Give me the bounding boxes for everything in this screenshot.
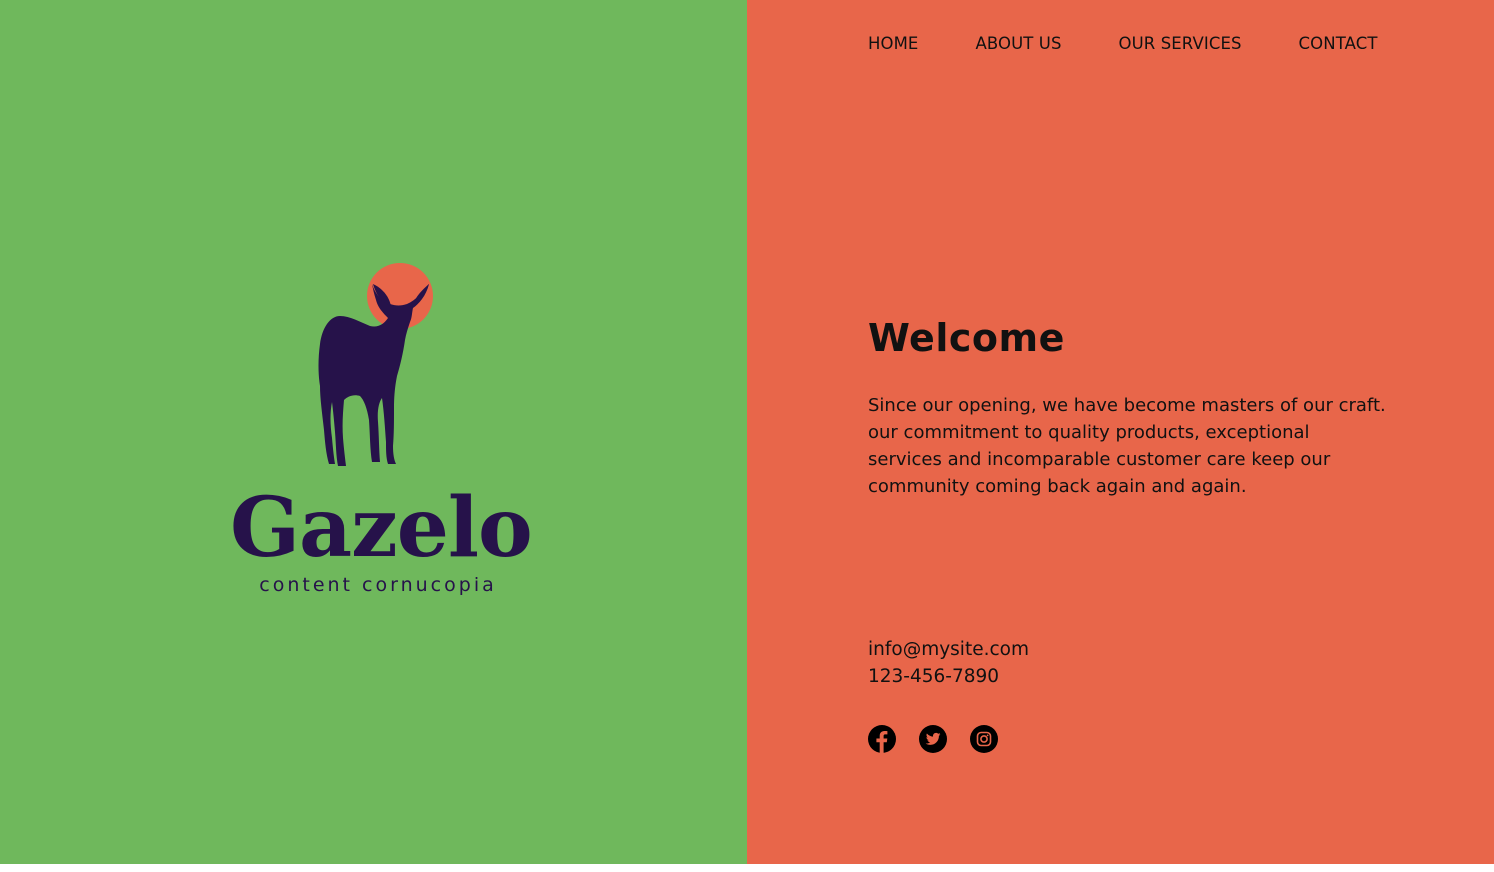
nav-contact[interactable]: CONTACT [1299, 34, 1378, 53]
page: Gazelo content cornucopia HOME ABOUT US … [0, 0, 1494, 864]
social-links [868, 725, 998, 753]
email-link[interactable]: info@mysite.com [868, 636, 1029, 663]
intro-text: Since our opening, we have become master… [868, 395, 1386, 497]
nav-home[interactable]: HOME [868, 34, 918, 53]
contact-info: info@mysite.com 123-456-7890 [868, 636, 1029, 690]
main-nav: HOME ABOUT US OUR SERVICES CONTACT [868, 34, 1378, 53]
brand-tagline: content cornucopia [259, 574, 497, 596]
instagram-icon[interactable] [970, 725, 998, 753]
nav-our-services[interactable]: OUR SERVICES [1119, 34, 1242, 53]
brand-panel: Gazelo content cornucopia [0, 0, 747, 864]
nav-about-us[interactable]: ABOUT US [975, 34, 1061, 53]
page-title: Welcome [868, 316, 1065, 360]
phone-link[interactable]: 123-456-7890 [868, 663, 1029, 690]
content-panel: HOME ABOUT US OUR SERVICES CONTACT Welco… [747, 0, 1494, 864]
facebook-icon[interactable] [868, 725, 896, 753]
brand-name: Gazelo [230, 480, 533, 576]
twitter-icon[interactable] [919, 725, 947, 753]
